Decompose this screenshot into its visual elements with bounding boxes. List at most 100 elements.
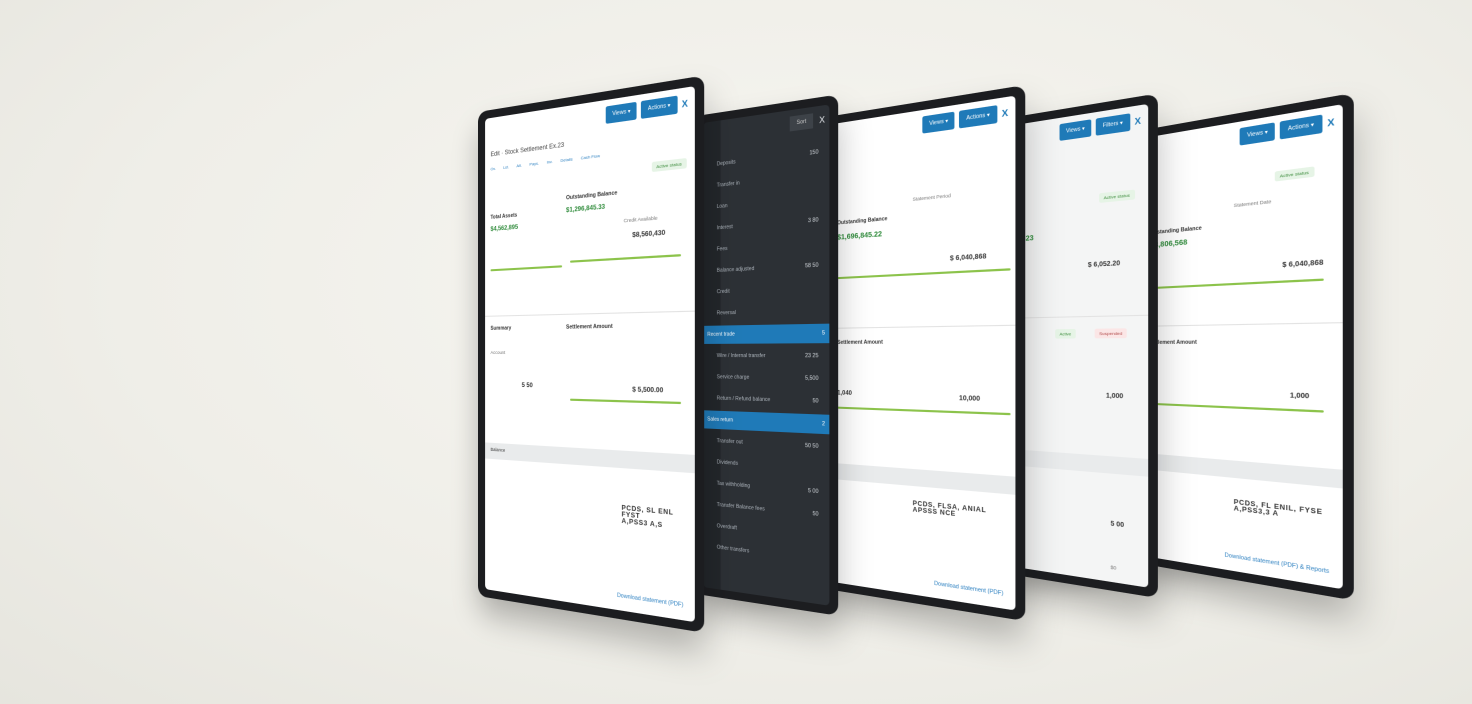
list-item[interactable]: Wire / Internal transfer 23 25 xyxy=(713,346,823,365)
active-badge: Active xyxy=(1055,329,1075,339)
progress-bar xyxy=(1148,278,1324,289)
footer-value: 5 00 xyxy=(1111,521,1125,529)
list-item[interactable]: Reversal xyxy=(713,301,823,323)
tab-item[interactable]: Alt. xyxy=(516,163,521,169)
views-button[interactable]: Views ▾ xyxy=(923,112,955,134)
tab-item[interactable]: Inv. xyxy=(547,159,553,165)
list-item-label: Recent trade xyxy=(707,331,735,337)
panel-1-screen: Views ▾ Actions ▾ X Edit · Stock Settlem… xyxy=(485,86,695,622)
tablet-panel-3: Views ▾ Actions ▾ X Outstanding Balance … xyxy=(820,85,1025,621)
list-item-count: 5 00 xyxy=(808,488,818,495)
list-item[interactable]: Credit xyxy=(713,278,823,301)
summary-code: PCDS, SL ENL FYST A,PSS3 A,S xyxy=(622,505,695,532)
panel-4-screen: Views ▾ Filters ▾ X Active status $ 2,32… xyxy=(1004,104,1148,588)
list-item[interactable]: Sales return 2 xyxy=(703,410,829,434)
download-link[interactable]: Download statement (PDF) & Reports xyxy=(1224,552,1329,575)
row-highlight xyxy=(1004,449,1148,477)
settlement-value-b: 10,000 xyxy=(959,396,980,403)
list-item-label: Loan xyxy=(717,203,728,210)
list-item[interactable]: Fees xyxy=(713,233,823,259)
list-item-label: Deposits xyxy=(717,159,736,167)
list-item-label: Service charge xyxy=(717,374,750,381)
statement-period-value: $ 6,040,868 xyxy=(950,254,986,263)
list-item-count: 3 80 xyxy=(808,217,818,224)
row-highlight xyxy=(828,463,1016,495)
progress-bar xyxy=(1148,403,1324,413)
settlement-value: 1,000 xyxy=(1106,393,1123,400)
divider xyxy=(1140,322,1343,327)
views-button[interactable]: Views ▾ xyxy=(606,102,637,124)
tab-item[interactable]: Ov. xyxy=(490,166,495,172)
row-highlight xyxy=(485,442,695,473)
outstanding-label: Outstanding Balance xyxy=(566,190,617,201)
sort-button[interactable]: Sort xyxy=(790,113,812,131)
suspended-badge: Suspended xyxy=(1095,328,1127,338)
total-assets-value: $4,562,895 xyxy=(490,225,518,233)
footer-amount: $0 xyxy=(1111,564,1117,570)
actions-button[interactable]: Actions ▾ xyxy=(959,105,997,128)
actions-button[interactable]: Actions ▾ xyxy=(1280,115,1322,140)
divider xyxy=(485,311,695,317)
summary-code: PCDS, FL ENIL, FYSE A,PSS3,3 A xyxy=(1234,500,1323,524)
outstanding-value: $1,696,845.22 xyxy=(837,231,882,242)
list-item-label: Transfer Balance fees xyxy=(717,502,765,513)
panel-5-screen: Views ▾ Actions ▾ X Active status Outsta… xyxy=(1140,104,1343,589)
tablet-panel-1: Views ▾ Actions ▾ X Edit · Stock Settlem… xyxy=(478,75,704,632)
download-link[interactable]: Download statement (PDF) xyxy=(617,592,683,609)
list-item-count: 150 xyxy=(809,149,818,157)
list-item[interactable]: Service charge 5,500 xyxy=(713,368,823,388)
credit-available-value: $8,560,430 xyxy=(632,230,665,239)
views-button[interactable]: Views ▾ xyxy=(1240,122,1275,145)
progress-bar xyxy=(570,399,681,404)
panel-3-screen: Views ▾ Actions ▾ X Outstanding Balance … xyxy=(828,96,1016,611)
list-item-label: Sales return xyxy=(707,416,733,423)
list-item[interactable]: Balance adjusted 58 50 xyxy=(713,256,823,281)
list-item[interactable]: Transfer out 50 50 xyxy=(713,432,823,457)
settlement-label: Settlement Amount xyxy=(837,339,883,345)
close-icon[interactable]: X xyxy=(682,98,688,109)
list-item-label: Credit xyxy=(717,289,730,296)
list-item-label: Fees xyxy=(717,246,728,253)
divider xyxy=(1004,315,1148,319)
list-item-label: Other transfers xyxy=(717,544,750,554)
credit-available-label: Credit Available xyxy=(624,215,658,223)
close-icon[interactable]: X xyxy=(1135,115,1141,126)
tablet-panel-5: Views ▾ Actions ▾ X Active status Outsta… xyxy=(1132,93,1354,601)
close-icon[interactable]: X xyxy=(1002,107,1008,118)
list-item-label: Wire / Internal transfer xyxy=(717,353,766,359)
divider xyxy=(828,325,1016,329)
filters-button[interactable]: Filters ▾ xyxy=(1096,113,1130,135)
actions-button[interactable]: Actions ▾ xyxy=(641,96,677,119)
tab-item[interactable]: Lst. xyxy=(503,164,509,170)
panel-2-screen: Sort X Deposits 150 Transfer in Loan Interes… xyxy=(703,104,829,605)
balance-value: $ 6,052.20 xyxy=(1088,261,1120,269)
list-item-label: Balance adjusted xyxy=(717,266,755,274)
list-item-count: 50 50 xyxy=(805,443,818,450)
list-item[interactable]: Recent trade 5 xyxy=(703,324,829,344)
list-item-count: 50 xyxy=(812,398,818,405)
statement-label: Statement Date xyxy=(1234,199,1272,209)
progress-bar xyxy=(837,268,1010,279)
close-icon[interactable]: X xyxy=(819,114,825,125)
views-button[interactable]: Views ▾ xyxy=(1060,119,1092,141)
statement-period-label: Statement Period xyxy=(913,193,951,202)
list-item-label: Transfer in xyxy=(717,180,740,189)
list-item[interactable]: Return / Refund balance 50 xyxy=(713,389,823,411)
list-item-label: Reversal xyxy=(717,310,736,317)
tab-item[interactable]: Cash Flow xyxy=(581,153,600,161)
settlement-value-a: 5 50 xyxy=(522,383,533,389)
balance-label: Balance xyxy=(490,447,505,453)
settlement-value: 1,000 xyxy=(1290,393,1309,400)
list-item-label: Transfer out xyxy=(717,438,743,446)
tab-item[interactable]: Details xyxy=(560,156,572,163)
download-link[interactable]: Download statement (PDF) xyxy=(934,581,1003,598)
list-item-label: Interest xyxy=(717,224,733,231)
tab-item[interactable]: Pays. xyxy=(529,160,539,166)
tablet-panel-2: Sort X Deposits 150 Transfer in Loan Interes… xyxy=(696,94,838,615)
statement-value: $ 6,040,868 xyxy=(1282,260,1323,269)
outstanding-label: Outstanding Balance xyxy=(837,216,887,227)
list-item-count: 2 xyxy=(822,421,825,428)
row-highlight xyxy=(1140,453,1343,489)
status-badge: Active status xyxy=(1099,190,1135,203)
close-icon[interactable]: X xyxy=(1327,117,1334,129)
